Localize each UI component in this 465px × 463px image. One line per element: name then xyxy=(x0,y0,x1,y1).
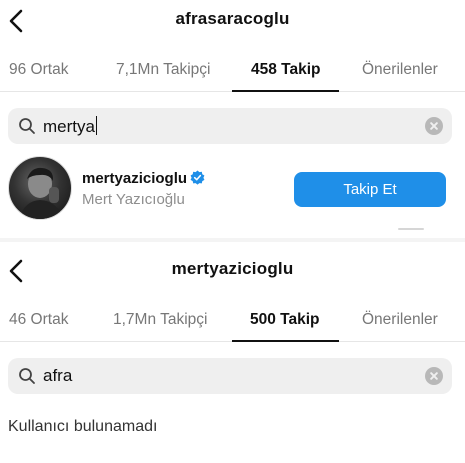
text-caret xyxy=(95,116,98,135)
profile-title: mertyazicioglu xyxy=(171,259,294,278)
avatar[interactable] xyxy=(8,156,72,220)
profile-title: afrasaracoglu xyxy=(175,9,290,28)
follow-button[interactable]: Takip Et xyxy=(294,172,446,207)
header: mertyazicioglu xyxy=(0,250,465,294)
tab-suggested[interactable]: Önerilenler xyxy=(362,61,438,79)
search-input[interactable]: mertya xyxy=(8,108,452,144)
search-icon xyxy=(19,368,35,384)
tab-bar: 96 Ortak 7,1Mn Takipçi 458 Takip Önerile… xyxy=(0,52,465,92)
tab-bar: 46 Ortak 1,7Mn Takipçi 500 Takip Önerile… xyxy=(0,302,465,342)
tab-mutual[interactable]: 46 Ortak xyxy=(9,311,68,329)
result-full-name: Mert Yazıcıoğlu xyxy=(82,191,185,208)
tab-mutual[interactable]: 96 Ortak xyxy=(9,61,68,79)
clear-icon[interactable] xyxy=(425,117,443,135)
following-screen-afrasaracoglu: afrasaracoglu 96 Ortak 7,1Mn Takipçi 458… xyxy=(0,0,465,230)
user-result-row[interactable]: mertyazicioglu Mert Yazıcıoğlu Takip Et xyxy=(0,156,465,230)
tab-following[interactable]: 458 Takip xyxy=(251,61,321,79)
search-query: afra xyxy=(43,366,73,385)
tab-following[interactable]: 500 Takip xyxy=(250,311,320,329)
no-results-message: Kullanıcı bulunamadı xyxy=(8,418,158,435)
tab-followers[interactable]: 1,7Mn Takipçi xyxy=(113,311,207,329)
tab-suggested[interactable]: Önerilenler xyxy=(362,311,438,329)
active-tab-indicator xyxy=(232,340,339,342)
tab-followers[interactable]: 7,1Mn Takipçi xyxy=(116,61,210,79)
scroll-indicator xyxy=(398,228,424,230)
result-username[interactable]: mertyazicioglu xyxy=(82,170,205,187)
search-icon xyxy=(19,118,35,134)
clear-icon[interactable] xyxy=(425,367,443,385)
header: afrasaracoglu xyxy=(0,0,465,44)
screenshot-divider xyxy=(0,238,465,242)
search-input[interactable]: afra xyxy=(8,358,452,394)
active-tab-indicator xyxy=(232,90,339,92)
verified-badge-icon xyxy=(190,170,205,185)
search-query: mertya xyxy=(43,117,95,136)
profile-photo xyxy=(19,167,63,219)
following-screen-mertyazicioglu: mertyazicioglu 46 Ortak 1,7Mn Takipçi 50… xyxy=(0,250,465,463)
